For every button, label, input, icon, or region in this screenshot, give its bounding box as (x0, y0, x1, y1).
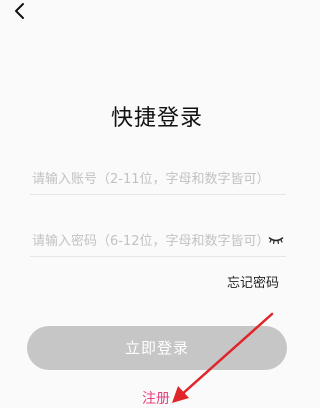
password-input[interactable] (30, 228, 268, 254)
back-button[interactable] (10, 0, 30, 24)
page-title: 快捷登录 (110, 106, 203, 131)
forgot-password-link[interactable]: 忘记密码 (227, 272, 279, 291)
login-button[interactable]: 立即登录 (27, 326, 287, 370)
eye-closed-icon[interactable] (268, 234, 284, 246)
chevron-left-icon (10, 0, 30, 24)
account-field (30, 166, 286, 195)
password-field (30, 228, 286, 257)
account-input[interactable] (30, 166, 268, 192)
register-link[interactable]: 注册 (142, 388, 170, 408)
